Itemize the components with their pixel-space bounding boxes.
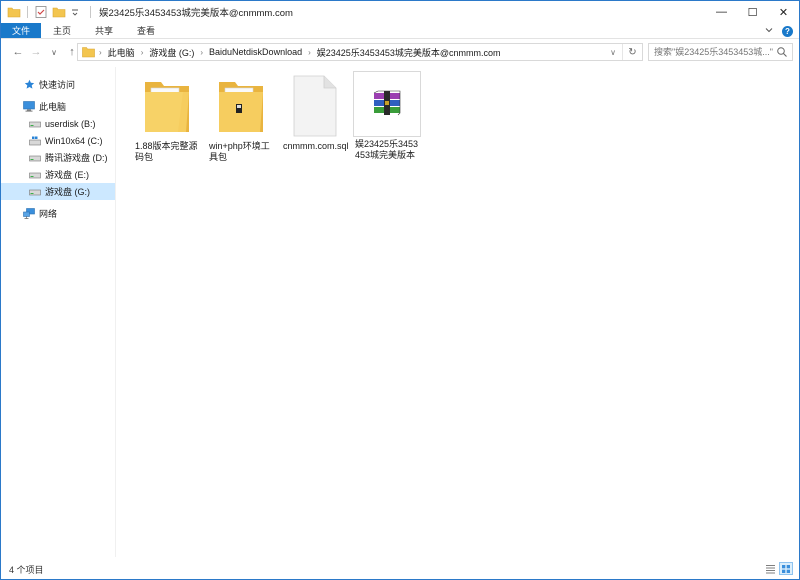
breadcrumb-drive-g[interactable]: 游戏盘 (G:) [147,46,196,59]
separator [90,6,91,18]
item-count: 4 个项目 [9,564,44,575]
sidebar-item-label: 腾讯游戏盘 (D:) [45,153,108,163]
large-icons-view-icon[interactable] [779,562,793,575]
tab-file[interactable]: 文件 [1,23,42,38]
sidebar-item-label: 网络 [39,209,58,219]
tab-share[interactable]: 共享 [83,23,125,38]
help-button[interactable]: ? [782,25,793,37]
customize-toolbar-icon[interactable] [70,5,84,19]
sidebar-item-network[interactable]: 网络 [1,205,115,222]
sidebar-item-label: 游戏盘 (E:) [45,170,89,180]
window-title: 娱23425乐3453453城完美版本@cnmmm.com [99,8,293,19]
maximize-button[interactable]: ☐ [737,1,768,23]
ribbon-tabs: 文件 主页 共享 查看 ? [1,23,799,39]
breadcrumb-separator: › [200,47,204,57]
winrar-archive-icon [353,71,421,137]
file-list: 1.88版本完整源码包 win+php环境工具包 cnmmm.com.sql 娱… [117,67,799,557]
search-box[interactable] [648,43,793,61]
file-name: 娱23425乐3453453城完美版本 [355,139,419,160]
computer-icon [23,101,35,113]
tab-home[interactable]: 主页 [41,23,83,38]
file-name: win+php环境工具包 [209,141,270,162]
window-controls: — ☐ ✕ [706,1,799,23]
minimize-button[interactable]: — [706,1,737,23]
network-icon [23,208,35,220]
breadcrumb-separator: › [99,47,102,57]
file-name: cnmmm.com.sql [283,141,349,151]
drive-icon [29,152,41,164]
breadcrumb-baidunetdisk[interactable]: BaiduNetdiskDownload [207,47,304,57]
back-button[interactable]: ← [9,43,27,61]
tab-view[interactable]: 查看 [125,23,167,38]
file-item-folder-source[interactable]: 1.88版本完整源码包 [133,73,201,163]
sidebar-item-drive-g[interactable]: 游戏盘 (G:) [1,183,115,200]
sidebar-item-label: 游戏盘 (G:) [45,187,90,197]
star-icon [23,79,35,91]
separator [27,6,28,18]
sidebar-item-drive-e[interactable]: 游戏盘 (E:) [1,166,115,183]
sidebar-item-label: 此电脑 [39,102,67,112]
file-item-archive[interactable]: 娱23425乐3453453城完美版本 [353,71,421,161]
drive-icon [29,169,41,181]
drive-icon [29,118,41,130]
title-bar: 娱23425乐3453453城完美版本@cnmmm.com — ☐ ✕ [1,1,799,23]
breadcrumb-this-pc[interactable]: 此电脑 [106,46,137,59]
sidebar-item-label: Win10x64 (C:) [45,135,103,146]
search-icon[interactable] [776,46,788,60]
sidebar-item-label: 快速访问 [39,80,76,90]
folder-icon [7,5,21,19]
folder-icon [133,73,201,139]
sidebar-item-drive-c[interactable]: Win10x64 (C:) [1,132,115,149]
properties-icon[interactable] [34,5,48,19]
ribbon-right-controls: ? [764,23,793,39]
chevron-down-icon[interactable] [764,25,774,37]
address-dropdown-icon[interactable]: ∨ [606,44,620,60]
navigation-bar: ← → ∨ ↑ › 此电脑 › 游戏盘 (G:) › BaiduNetdiskD… [1,41,799,63]
sidebar-item-this-pc[interactable]: 此电脑 [1,98,115,115]
sidebar-item-drive-b[interactable]: userdisk (B:) [1,115,115,132]
navigation-pane: 快速访问 此电脑 userdisk (B:) Win10x64 (C:) 腾讯游… [1,67,116,557]
file-name: 1.88版本完整源码包 [135,141,198,162]
forward-button[interactable]: → [27,43,45,61]
drive-icon [29,135,41,147]
search-input[interactable] [654,47,776,57]
details-view-icon[interactable] [763,562,777,575]
breadcrumb-current-folder[interactable]: 娱23425乐3453453城完美版本@cnmmm.com [315,46,503,59]
breadcrumb-separator: › [308,47,311,57]
explorer-window: 娱23425乐3453453城完美版本@cnmmm.com — ☐ ✕ 文件 主… [0,0,800,580]
close-button[interactable]: ✕ [768,1,799,23]
sidebar-item-quick-access[interactable]: 快速访问 [1,76,115,93]
status-bar: 4 个项目 [1,559,799,579]
file-item-folder-toolkit[interactable]: win+php环境工具包 [207,73,275,163]
view-switcher [763,562,793,575]
sidebar-item-drive-d[interactable]: 腾讯游戏盘 (D:) [1,149,115,166]
folder-icon [82,46,95,58]
file-item-sql[interactable]: cnmmm.com.sql [281,73,349,152]
document-icon [281,73,349,139]
refresh-icon[interactable]: ↻ [622,44,642,60]
drive-icon [29,186,41,198]
folder-icon [207,73,275,139]
new-folder-icon[interactable] [52,5,66,19]
sidebar-item-label: userdisk (B:) [45,118,96,129]
quick-access-toolbar [1,5,93,19]
recent-locations-button[interactable]: ∨ [45,43,63,61]
breadcrumb-separator: › [140,47,144,57]
address-bar[interactable]: › 此电脑 › 游戏盘 (G:) › BaiduNetdiskDownload … [77,43,643,61]
